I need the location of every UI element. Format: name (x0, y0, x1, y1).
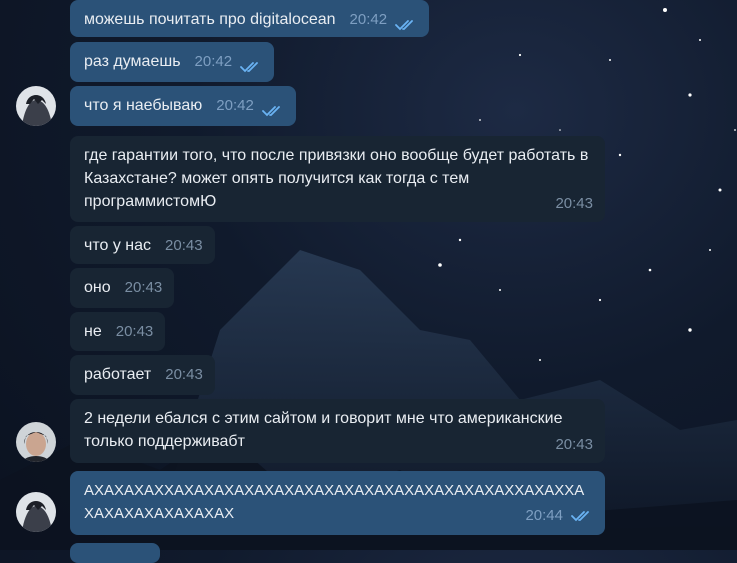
message-time: 20:44 (525, 507, 563, 524)
message-time: 20:43 (124, 279, 163, 296)
message-bubble-partial[interactable] (70, 543, 160, 563)
message-bubble[interactable]: АХАХАХАХХАХАХАХАХАХАХАХАХАХАХАХАХАХАХАХА… (70, 471, 605, 535)
message-bubble[interactable]: что я наебываю 20:42 (70, 86, 296, 126)
message-time: 20:42 (194, 53, 233, 70)
double-check-icon (571, 510, 589, 521)
avatar-outgoing[interactable] (16, 492, 56, 532)
message-text: можешь почитать про digitalocean (84, 11, 336, 28)
message-text: работает (84, 366, 152, 383)
double-check-icon (240, 62, 258, 73)
message-text: где гарантии того, что после привязки он… (84, 147, 589, 210)
message-bubble[interactable]: работает 20:43 (70, 355, 215, 395)
message-time: 20:43 (165, 366, 203, 383)
avatar-outgoing[interactable] (16, 86, 56, 126)
message-text: оно (84, 279, 111, 296)
double-check-icon (395, 20, 413, 31)
message-bubble[interactable]: что у нас 20:43 (70, 226, 215, 264)
message-bubble[interactable]: где гарантии того, что после привязки он… (70, 136, 605, 222)
message-time: 20:43 (115, 323, 154, 340)
message-bubble[interactable]: не 20:43 (70, 312, 166, 351)
message-text: раз думаешь (84, 53, 181, 70)
message-bubble[interactable]: оно 20:43 (70, 268, 175, 308)
message-time: 20:42 (349, 11, 388, 28)
message-time: 20:43 (555, 195, 593, 212)
message-bubble[interactable]: можешь почитать про digitalocean 20:42 (70, 0, 430, 37)
message-time: 20:43 (555, 436, 593, 453)
message-text: АХАХАХАХХАХАХАХАХАХАХАХАХАХАХАХАХАХАХАХА… (84, 482, 585, 522)
message-text: не (84, 323, 102, 340)
message-text: 2 недели ебался с этим сайтом и говорит … (84, 410, 563, 450)
message-bubble[interactable]: 2 недели ебался с этим сайтом и говорит … (70, 399, 605, 463)
message-time: 20:42 (216, 97, 254, 114)
avatar-incoming[interactable] (16, 422, 56, 462)
message-time: 20:43 (165, 237, 203, 254)
message-text: что у нас (84, 237, 152, 254)
message-text: что я наебываю (84, 97, 203, 114)
message-bubble[interactable]: раз думаешь 20:42 (70, 42, 275, 82)
double-check-icon (261, 106, 280, 117)
